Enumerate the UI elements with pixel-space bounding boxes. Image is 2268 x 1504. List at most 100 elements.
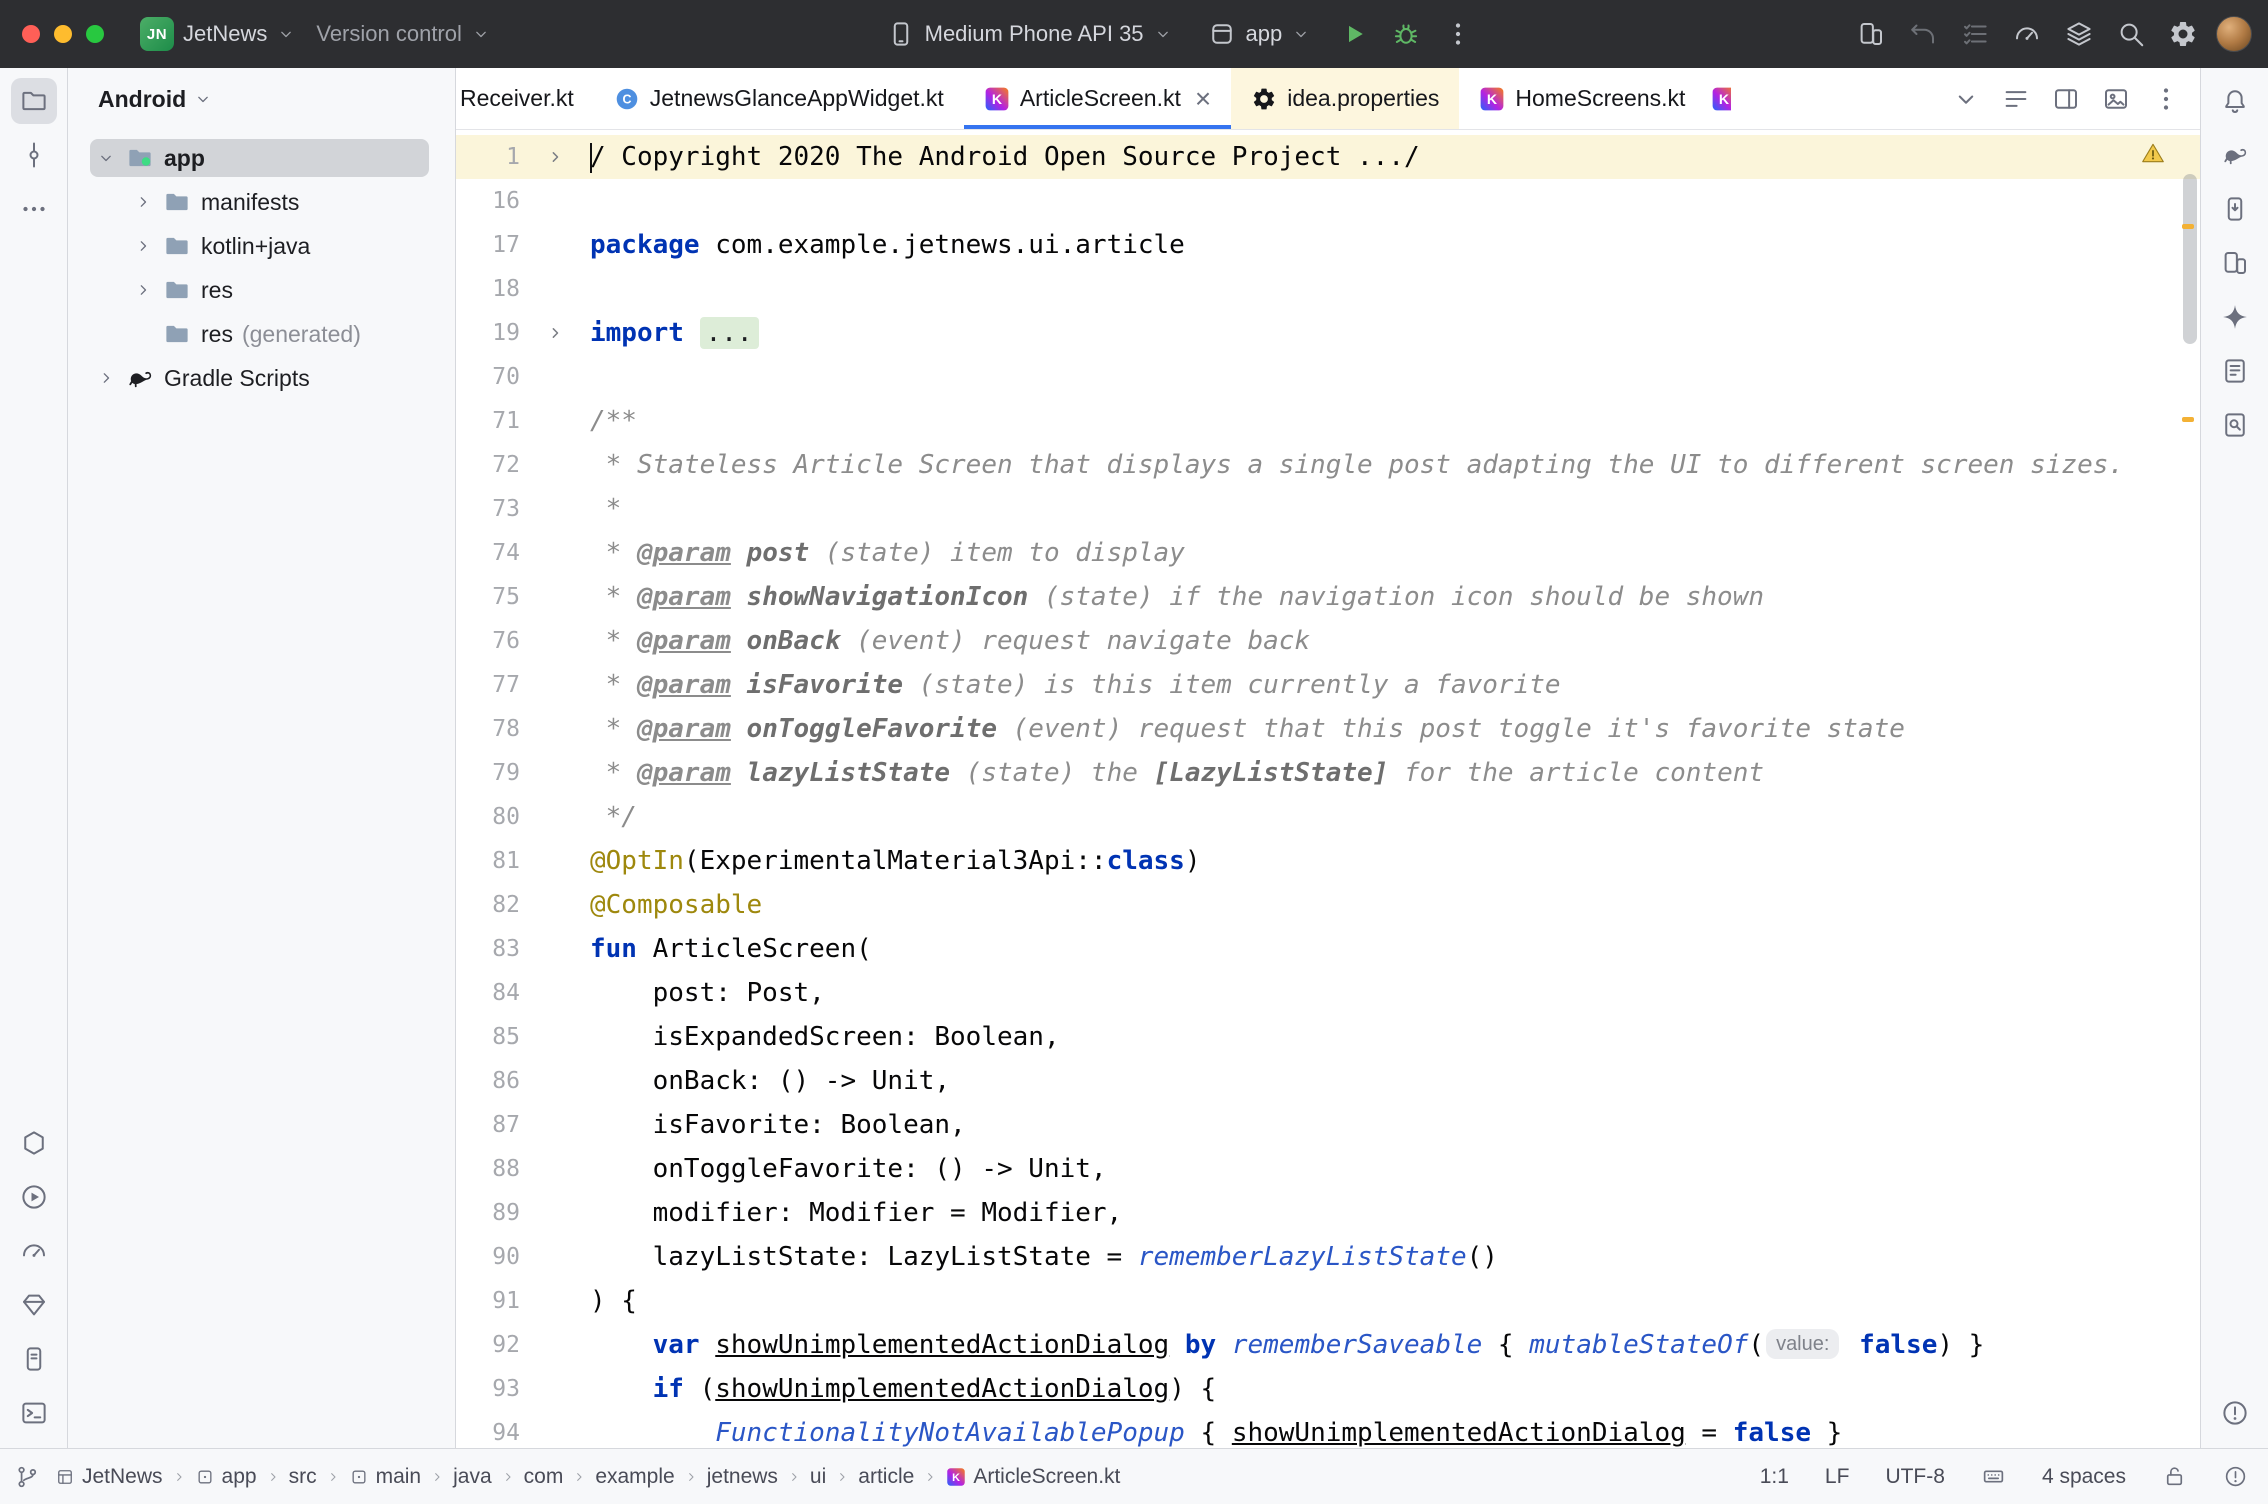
breadcrumb-jetnews[interactable]: JetNews: [50, 1462, 168, 1492]
notifications-tool-button[interactable]: [2212, 78, 2258, 124]
tree-item-res[interactable]: res: [68, 268, 455, 312]
code-line: 87 isFavorite: Boolean,: [456, 1103, 2200, 1147]
more-horizontal-tool-button[interactable]: [11, 186, 57, 232]
breadcrumb-main[interactable]: main: [344, 1462, 427, 1492]
gradle-icon: [2220, 140, 2250, 170]
connected-devices-button[interactable]: [1852, 15, 1890, 53]
preview-button[interactable]: [2096, 79, 2136, 119]
structure-button[interactable]: [1996, 79, 2036, 119]
gemini-tool-button[interactable]: [2212, 294, 2258, 340]
zoom-window-button[interactable]: [86, 25, 104, 43]
folder-icon: [162, 275, 192, 305]
tree-toggle-icon[interactable]: [96, 368, 116, 388]
unlock-icon[interactable]: [2162, 1464, 2187, 1489]
tree-item-app[interactable]: app: [68, 136, 455, 180]
breadcrumb-articlescreen.kt[interactable]: KArticleScreen.kt: [941, 1462, 1125, 1492]
tree-toggle-icon[interactable]: [133, 236, 153, 256]
code-text: modifier: Modifier = Modifier,: [590, 1191, 1122, 1235]
git-branch-icon[interactable]: [14, 1464, 40, 1490]
code-line: 73 *: [456, 487, 2200, 531]
tree-toggle-icon[interactable]: [133, 280, 153, 300]
breadcrumb-app[interactable]: app: [190, 1462, 262, 1492]
keyboard-icon[interactable]: [1981, 1464, 2006, 1489]
breadcrumb-article[interactable]: article: [853, 1462, 919, 1492]
line-ending-widget[interactable]: LF: [1825, 1465, 1850, 1489]
gutter-space: [520, 619, 590, 663]
run-icon: [19, 1182, 49, 1212]
close-window-button[interactable]: [22, 25, 40, 43]
tab-HomeScreens.kt[interactable]: KHomeScreens.kt: [1459, 68, 1705, 129]
user-avatar[interactable]: [2216, 16, 2252, 52]
project-tree: appmanifestskotlin+javaresres (generated…: [68, 130, 455, 400]
device-selector[interactable]: Medium Phone API 35: [876, 12, 1183, 56]
line-number: 87: [456, 1103, 520, 1147]
device-manager-icon: [2220, 248, 2250, 278]
tree-item-res[interactable]: res (generated): [68, 312, 455, 356]
rollback-button[interactable]: [1904, 15, 1942, 53]
tree-item-gradle-scripts[interactable]: Gradle Scripts: [68, 356, 455, 400]
tree-item-manifests[interactable]: manifests: [68, 180, 455, 224]
vcs-widget[interactable]: Version control: [306, 14, 501, 54]
warning-stripe-mark[interactable]: [2182, 224, 2194, 229]
tab-ArticleScreen.kt[interactable]: KArticleScreen.kt×: [964, 68, 1231, 129]
breadcrumb-jetnews[interactable]: jetnews: [702, 1462, 783, 1492]
more-run-actions-button[interactable]: [1439, 15, 1477, 53]
project-view-selector[interactable]: Android: [68, 68, 455, 130]
more-vertical-button[interactable]: [2146, 79, 2186, 119]
search-button[interactable]: [2112, 15, 2150, 53]
task-list-button[interactable]: [1956, 15, 1994, 53]
terminal-tool-button[interactable]: [11, 1390, 57, 1436]
project-tool-button[interactable]: [11, 78, 57, 124]
run-configuration-selector[interactable]: app: [1197, 12, 1322, 56]
hidden-tabs-button[interactable]: [1946, 79, 1986, 119]
logcat-tool-button[interactable]: [11, 1336, 57, 1382]
tab-JetnewsGlanceAppWidget.kt[interactable]: CJetnewsGlanceAppWidget.kt: [594, 68, 964, 129]
tree-item-kotlin+java[interactable]: kotlin+java: [68, 224, 455, 268]
app-quality-insights-tool-button[interactable]: [11, 1282, 57, 1328]
fold-marker-icon[interactable]: [520, 311, 590, 355]
inspections-widget[interactable]: [2140, 140, 2166, 166]
breadcrumb-label: jetnews: [707, 1465, 778, 1489]
run-button[interactable]: [1335, 15, 1373, 53]
fold-marker-icon[interactable]: [520, 135, 590, 179]
profiler-tool-button[interactable]: [11, 1228, 57, 1274]
minimize-window-button[interactable]: [54, 25, 72, 43]
indent-widget[interactable]: 4 spaces: [2042, 1465, 2126, 1489]
notifications-status-icon[interactable]: [2223, 1464, 2248, 1489]
breadcrumb-src[interactable]: src: [284, 1462, 322, 1492]
line-number: 84: [456, 971, 520, 1015]
commit-tool-button[interactable]: [11, 132, 57, 178]
breadcrumb-com[interactable]: com: [519, 1462, 569, 1492]
assistant-tool-button[interactable]: [2212, 348, 2258, 394]
tree-toggle-icon[interactable]: [96, 148, 116, 168]
gradle-tool-button[interactable]: [2212, 132, 2258, 178]
editor-scrollbar[interactable]: [2183, 174, 2197, 344]
tab-partial[interactable]: K: [1705, 68, 1731, 129]
breadcrumb-ui[interactable]: ui: [805, 1462, 831, 1492]
settings-button[interactable]: [2164, 15, 2202, 53]
app-inspection-tool-button[interactable]: [2212, 402, 2258, 448]
tab-idea.properties[interactable]: idea.properties: [1231, 68, 1459, 129]
warning-stripe-mark[interactable]: [2182, 417, 2194, 422]
chevron-down-icon: [1291, 24, 1311, 44]
breadcrumb-example[interactable]: example: [590, 1462, 679, 1492]
build-analyzer-button[interactable]: [2008, 15, 2046, 53]
editor[interactable]: 1/ Copyright 2020 The Android Open Sourc…: [456, 130, 2200, 1448]
close-tab-button[interactable]: ×: [1195, 85, 1211, 113]
problems-tool-button[interactable]: [2212, 1390, 2258, 1436]
tree-toggle-icon[interactable]: [133, 192, 153, 212]
breadcrumb-java[interactable]: java: [448, 1462, 497, 1492]
run-tool-button[interactable]: [11, 1174, 57, 1220]
code-line: 1/ Copyright 2020 The Android Open Sourc…: [456, 135, 2200, 179]
device-explorer-tool-button[interactable]: [2212, 186, 2258, 232]
gutter-space: [520, 1279, 590, 1323]
device-manager-tool-button[interactable]: [2212, 240, 2258, 286]
encoding-widget[interactable]: UTF-8: [1885, 1465, 1945, 1489]
layout-inspector-button[interactable]: [2060, 15, 2098, 53]
split-editor-button[interactable]: [2046, 79, 2086, 119]
project-selector[interactable]: JN JetNews: [130, 10, 306, 58]
tab-Receiver.kt[interactable]: Receiver.kt: [456, 68, 594, 129]
build-variants-tool-button[interactable]: [11, 1120, 57, 1166]
caret-position-widget[interactable]: 1:1: [1760, 1465, 1789, 1489]
debug-button[interactable]: [1387, 15, 1425, 53]
